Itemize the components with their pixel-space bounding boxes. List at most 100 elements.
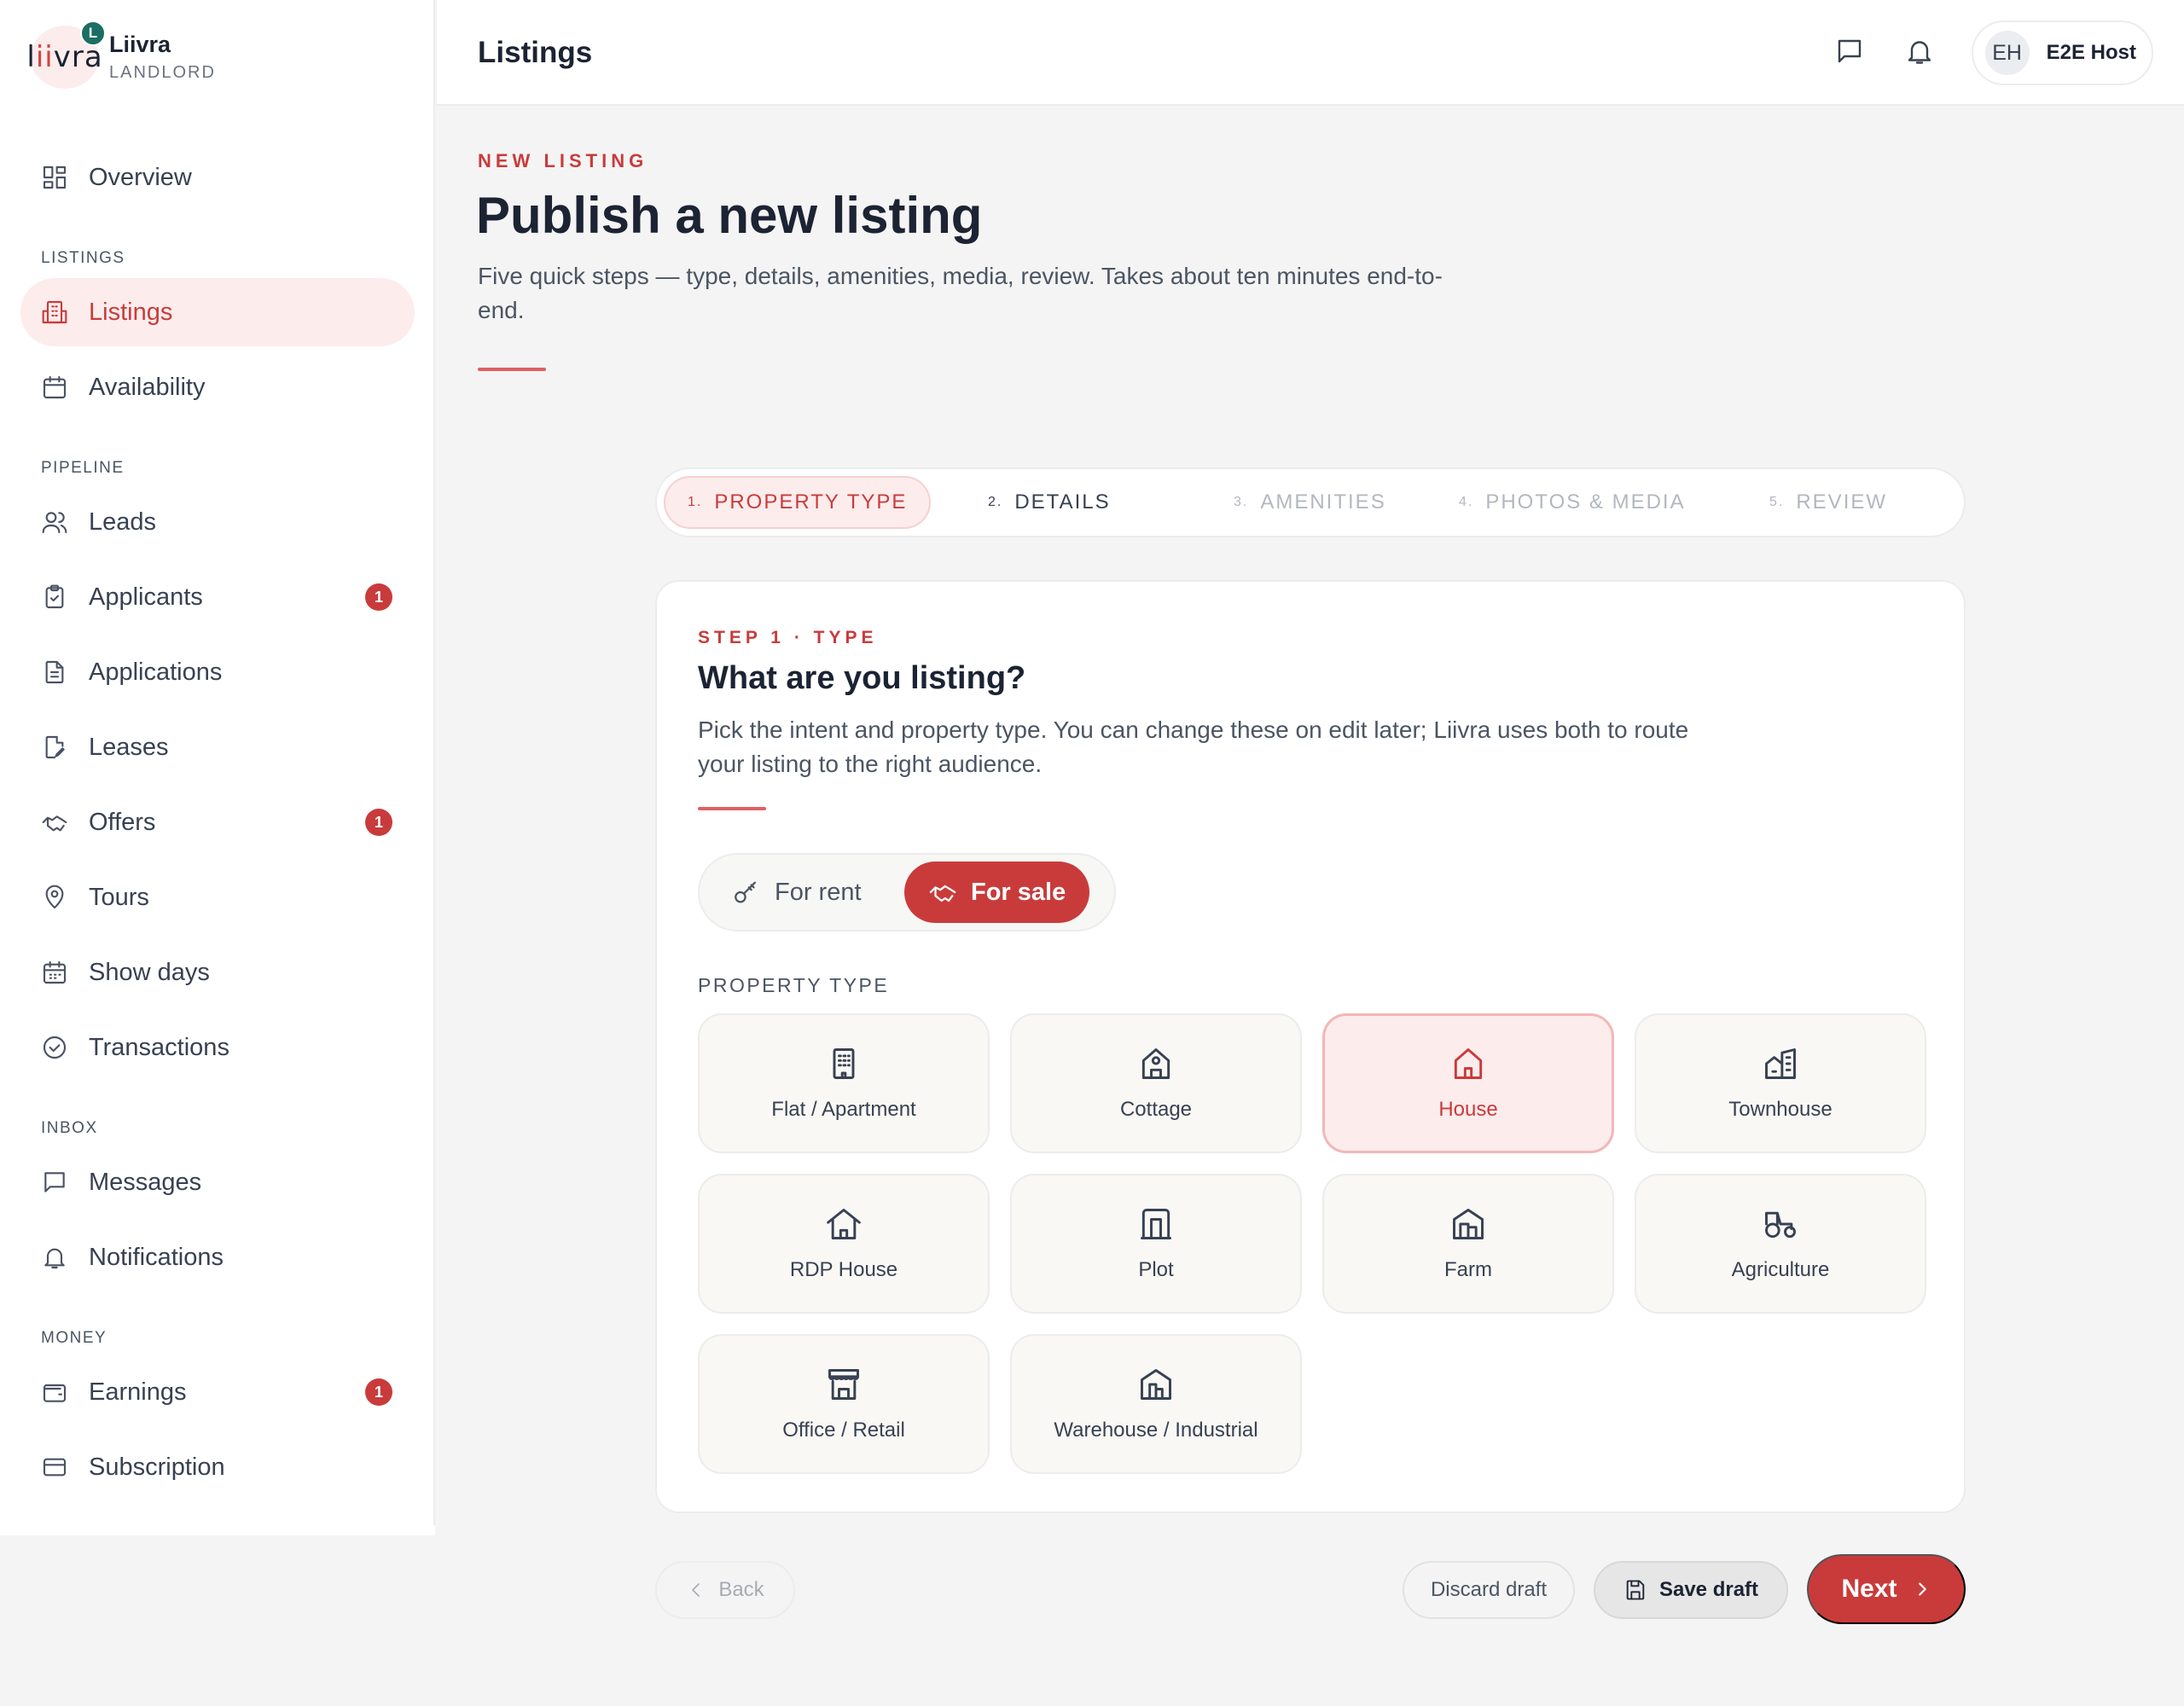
apartment-building-icon (825, 1045, 863, 1082)
calendar-days-icon (41, 959, 68, 986)
discard-draft-button[interactable]: Discard draft (1403, 1561, 1575, 1619)
count-badge: 1 (365, 583, 392, 611)
brand-name: Liivra (109, 32, 171, 57)
nav-section-pipeline: PIPELINE (41, 459, 125, 477)
sidebar-item-label: Subscription (89, 1453, 225, 1481)
badge-check-icon (41, 1034, 68, 1061)
user-menu[interactable]: EH E2E Host (1971, 20, 2153, 85)
nav-section-listings: LISTINGS (41, 249, 125, 267)
topbar: Listings EH E2E Host (437, 0, 2184, 106)
step-progress: 1. PROPERTY TYPE 2. DETAILS 3. AMENITIES 4.… (655, 467, 1966, 537)
type-farm[interactable]: Farm (1322, 1174, 1614, 1314)
brand-logo: liivra L (26, 20, 106, 89)
page-title: Listings (478, 36, 593, 69)
sidebar-item-label: Tours (89, 883, 149, 911)
sidebar-item-label: Availability (89, 373, 206, 401)
file-signature-icon (41, 734, 68, 761)
wallet-icon (41, 1378, 68, 1406)
type-plot[interactable]: Plot (1010, 1174, 1302, 1314)
sidebar-item-notifications[interactable]: Notifications (20, 1223, 415, 1291)
sidebar-item-label: Messages (89, 1168, 202, 1196)
credit-card-icon (41, 1454, 68, 1481)
page-eyebrow: NEW LISTING (478, 150, 648, 171)
intent-for-sale[interactable]: For sale (904, 862, 1090, 923)
sidebar-item-listings[interactable]: Listings (20, 278, 415, 346)
step-amenities[interactable]: 3. AMENITIES (1211, 476, 1409, 529)
bell-icon[interactable] (1904, 36, 1935, 67)
handshake-icon (41, 809, 68, 836)
type-flat-apartment[interactable]: Flat / Apartment (698, 1013, 990, 1153)
card-accent-divider (698, 807, 766, 810)
tractor-icon (1762, 1205, 1799, 1243)
handshake-icon (928, 878, 957, 907)
sidebar-item-earnings[interactable]: Earnings 1 (20, 1358, 415, 1426)
type-agriculture[interactable]: Agriculture (1635, 1174, 1926, 1314)
sidebar-item-availability[interactable]: Availability (20, 353, 415, 421)
house-icon (1449, 1045, 1487, 1082)
type-house[interactable]: House (1322, 1013, 1614, 1153)
dashboard-icon (41, 164, 68, 191)
sidebar-item-label: Leads (89, 508, 157, 536)
sidebar-item-applicants[interactable]: Applicants 1 (20, 563, 415, 631)
messages-icon[interactable] (1834, 36, 1865, 67)
sidebar-item-label: Applications (89, 658, 223, 686)
sidebar-item-leases[interactable]: Leases (20, 713, 415, 781)
save-draft-button[interactable]: Save draft (1594, 1561, 1788, 1619)
townhouse-icon (1762, 1045, 1799, 1082)
barn-icon (1449, 1205, 1487, 1243)
key-icon (732, 878, 761, 907)
cottage-icon (1137, 1045, 1175, 1082)
sidebar-item-applications[interactable]: Applications (20, 638, 415, 706)
sidebar-item-offers[interactable]: Offers 1 (20, 788, 415, 856)
sidebar-item-tours[interactable]: Tours (20, 863, 415, 931)
sidebar-item-show-days[interactable]: Show days (20, 938, 415, 1007)
avatar: EH (1984, 31, 2030, 75)
type-warehouse-industrial[interactable]: Warehouse / Industrial (1010, 1334, 1302, 1474)
type-townhouse[interactable]: Townhouse (1635, 1013, 1926, 1153)
document-icon (41, 659, 68, 686)
sidebar-scroll-edge (0, 1525, 435, 1535)
sidebar-item-messages[interactable]: Messages (20, 1148, 415, 1216)
property-type-card: STEP 1 · TYPE What are you listing? Pick… (655, 580, 1966, 1513)
sidebar-item-label: Notifications (89, 1243, 224, 1271)
step-details[interactable]: 2. DETAILS (966, 476, 1133, 529)
clipboard-check-icon (41, 583, 68, 611)
step-review[interactable]: 5. REVIEW (1747, 476, 1909, 529)
user-name: E2E Host (2046, 41, 2136, 64)
card-title: What are you listing? (698, 660, 1026, 696)
step-photos-media[interactable]: 4. PHOTOS & MEDIA (1437, 476, 1708, 529)
sidebar: liivra L Liivra LANDLORD Overview LISTIN… (0, 0, 435, 1535)
page-heading: Publish a new listing (476, 187, 983, 244)
card-subtitle: Pick the intent and property type. You c… (698, 717, 1689, 777)
step-property-type[interactable]: 1. PROPERTY TYPE (664, 476, 932, 529)
intent-toggle: For rent For sale (698, 853, 1116, 931)
step-eyebrow: STEP 1 · TYPE (698, 628, 878, 647)
plot-icon (1137, 1205, 1175, 1243)
brand[interactable]: liivra L Liivra LANDLORD (26, 20, 216, 89)
sidebar-item-subscription[interactable]: Subscription (20, 1433, 415, 1501)
sidebar-item-transactions[interactable]: Transactions (20, 1013, 415, 1082)
type-cottage[interactable]: Cottage (1010, 1013, 1302, 1153)
users-icon (41, 508, 68, 536)
back-button[interactable]: Back (655, 1561, 795, 1619)
map-pin-icon (41, 884, 68, 911)
sidebar-item-leads[interactable]: Leads (20, 488, 415, 556)
type-office-retail[interactable]: Office / Retail (698, 1334, 990, 1474)
sidebar-item-overview[interactable]: Overview (20, 143, 415, 212)
chevron-left-icon (686, 1580, 706, 1600)
sidebar-item-label: Overview (89, 163, 192, 191)
brand-role: LANDLORD (109, 63, 216, 82)
warehouse-icon (1137, 1366, 1175, 1403)
sidebar-item-label: Listings (89, 298, 173, 326)
bell-icon (41, 1244, 68, 1271)
sidebar-item-label: Transactions (89, 1033, 229, 1061)
chevron-right-icon (1913, 1580, 1931, 1599)
sidebar-item-label: Applicants (89, 583, 203, 611)
message-icon (41, 1169, 68, 1196)
type-rdp-house[interactable]: RDP House (698, 1174, 990, 1314)
next-button[interactable]: Next (1807, 1554, 1966, 1624)
sidebar-item-label: Leases (89, 733, 169, 761)
storefront-icon (825, 1366, 863, 1403)
intent-for-rent[interactable]: For rent (708, 862, 886, 923)
home-roof-icon (825, 1205, 863, 1243)
